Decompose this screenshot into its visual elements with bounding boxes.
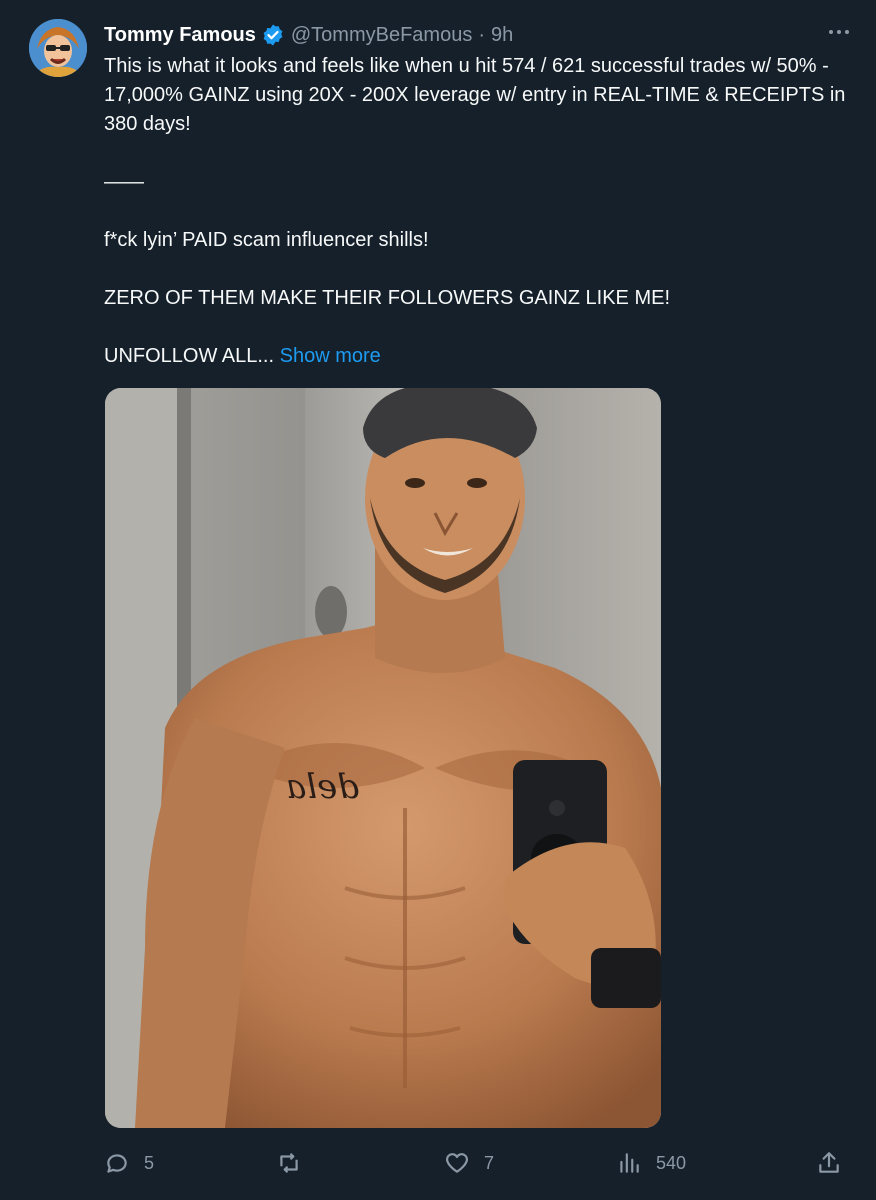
- share-button[interactable]: [816, 1145, 842, 1181]
- reply-icon: [107, 1154, 127, 1173]
- more-options-icon[interactable]: [826, 22, 852, 42]
- tattoo-text: dela: [286, 767, 359, 807]
- handle[interactable]: @TommyBeFamous: [291, 24, 472, 47]
- verified-badge-icon[interactable]: [261, 23, 285, 47]
- tweet-text-line: f*ck lyin’ PAID scam influencer shills!: [104, 229, 429, 251]
- views-chart-icon: [620, 1153, 639, 1173]
- share-icon: [819, 1152, 839, 1173]
- mirror-selfie-photo: dela: [105, 388, 661, 1128]
- retweet-icon: [280, 1153, 298, 1173]
- heart-icon: [446, 1153, 468, 1173]
- tweet-actions: 5 7 540: [104, 1145, 844, 1181]
- tweet-text-last-line: UNFOLLOW ALL... Show more: [104, 342, 856, 371]
- avatar-cartoon-icon: [29, 19, 87, 77]
- reply-count: 5: [144, 1152, 155, 1173]
- tweet-photo[interactable]: dela: [105, 388, 661, 1128]
- separator-dot: ·: [478, 23, 486, 46]
- tweet-header: Tommy Famous @TommyBeFamous · 9h: [104, 20, 513, 50]
- like-button[interactable]: 7: [444, 1145, 494, 1181]
- retweet-button[interactable]: [276, 1145, 316, 1181]
- views-count: 540: [656, 1152, 687, 1173]
- reply-button[interactable]: 5: [104, 1145, 154, 1181]
- tweet-card[interactable]: Tommy Famous @TommyBeFamous · 9h This is…: [0, 0, 876, 1200]
- like-count: 7: [484, 1152, 495, 1173]
- views-button[interactable]: 540: [616, 1145, 686, 1181]
- avatar[interactable]: [29, 19, 87, 77]
- timestamp[interactable]: 9h: [491, 24, 513, 47]
- tweet-text-divider: ——: [104, 171, 144, 193]
- tweet-text: This is what it looks and feels like whe…: [104, 52, 856, 371]
- tweet-text-line: ZERO OF THEM MAKE THEIR FOLLOWERS GAINZ …: [104, 287, 671, 309]
- tweet-text-line: This is what it looks and feels like whe…: [104, 55, 846, 135]
- tweet-text-line: UNFOLLOW ALL...: [104, 345, 275, 367]
- display-name[interactable]: Tommy Famous: [104, 24, 256, 47]
- show-more-link[interactable]: Show more: [280, 345, 381, 367]
